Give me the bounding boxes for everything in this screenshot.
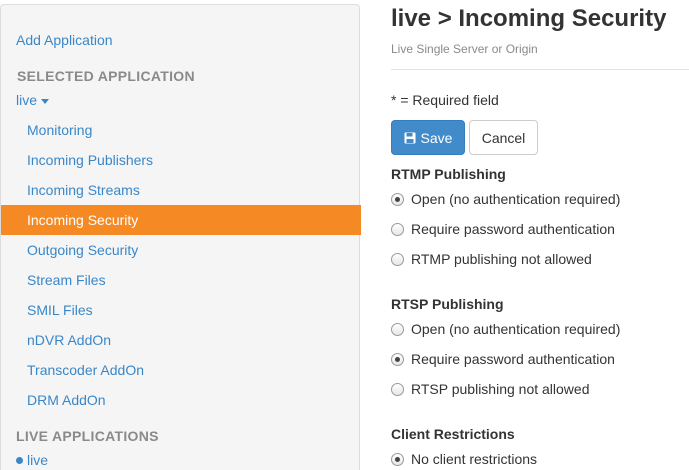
radio-label: No client restrictions [411,451,538,467]
cancel-button-label: Cancel [481,129,526,146]
page-subtitle: Live Single Server or Origin [391,42,538,56]
radio-button[interactable] [391,192,404,206]
title-divider [391,69,689,70]
sidebar-item-incoming-security[interactable]: Incoming Security [1,205,361,235]
rtsp-option-open[interactable]: Open (no authentication required) [391,319,620,339]
sidebar-item-label: Monitoring [27,122,93,138]
radio-label: RTSP publishing not allowed [411,381,590,397]
rtsp-section-title: RTSP Publishing [391,296,504,312]
sidebar: Add Application SELECTED APPLICATION liv… [0,4,361,470]
sidebar-item-label: Outgoing Security [27,242,139,258]
radio-label: Require password authentication [411,351,615,367]
live-app-label: live [27,452,49,468]
page-title: live > Incoming Security [391,5,667,32]
caret-down-icon [41,98,50,104]
sidebar-item-label: Stream Files [27,272,106,288]
selected-app-dropdown[interactable]: live [16,92,50,108]
sidebar-item-drm-addon[interactable]: DRM AddOn [1,385,361,415]
sidebar-item-ndvr-addon[interactable]: nDVR AddOn [1,325,361,355]
radio-button[interactable] [391,352,404,366]
sidebar-item-label: SMIL Files [27,302,93,318]
sidebar-item-label: Transcoder AddOn [27,362,144,378]
radio-button[interactable] [391,382,404,396]
selected-app-label: live [16,92,38,108]
add-application-link[interactable]: Add Application [16,32,113,48]
rtmp-option-password[interactable]: Require password authentication [391,219,615,239]
client-option-none[interactable]: No client restrictions [391,449,537,469]
save-button[interactable]: Save [391,120,465,155]
cancel-button[interactable]: Cancel [469,120,538,155]
bullet-dot-icon [16,456,23,464]
radio-label: Open (no authentication required) [411,321,621,337]
radio-button[interactable] [391,252,404,266]
client-restrictions-title: Client Restrictions [391,426,515,442]
rtmp-option-not-allowed[interactable]: RTMP publishing not allowed [391,249,592,269]
sidebar-item-incoming-publishers[interactable]: Incoming Publishers [1,145,361,175]
radio-button[interactable] [391,222,404,236]
required-field-note: * = Required field [391,92,499,108]
rtmp-section-title: RTMP Publishing [391,166,506,182]
radio-button[interactable] [391,322,404,336]
sidebar-item-monitoring[interactable]: Monitoring [1,115,361,145]
rtmp-option-open[interactable]: Open (no authentication required) [391,189,620,209]
sidebar-item-incoming-streams[interactable]: Incoming Streams [1,175,361,205]
sidebar-item-transcoder-addon[interactable]: Transcoder AddOn [1,355,361,385]
sidebar-item-label: Incoming Security [27,212,139,228]
radio-label: Require password authentication [411,221,615,237]
sidebar-item-label: nDVR AddOn [27,332,112,348]
live-applications-heading: LIVE APPLICATIONS [16,428,159,444]
radio-label: Open (no authentication required) [411,191,621,207]
rtsp-option-password[interactable]: Require password authentication [391,349,615,369]
floppy-disk-icon [404,132,416,143]
rtsp-option-not-allowed[interactable]: RTSP publishing not allowed [391,379,590,399]
radio-label: RTMP publishing not allowed [411,251,592,267]
sidebar-item-smil-files[interactable]: SMIL Files [1,295,361,325]
sidebar-item-stream-files[interactable]: Stream Files [1,265,361,295]
selected-application-heading: SELECTED APPLICATION [17,68,195,84]
sidebar-item-label: Incoming Publishers [27,152,154,168]
live-app-link[interactable]: live [16,452,48,468]
sidebar-item-label: DRM AddOn [27,392,106,408]
radio-button[interactable] [391,452,404,466]
sidebar-item-label: Incoming Streams [27,182,140,198]
save-button-label: Save [420,129,453,146]
sidebar-item-outgoing-security[interactable]: Outgoing Security [1,235,361,265]
